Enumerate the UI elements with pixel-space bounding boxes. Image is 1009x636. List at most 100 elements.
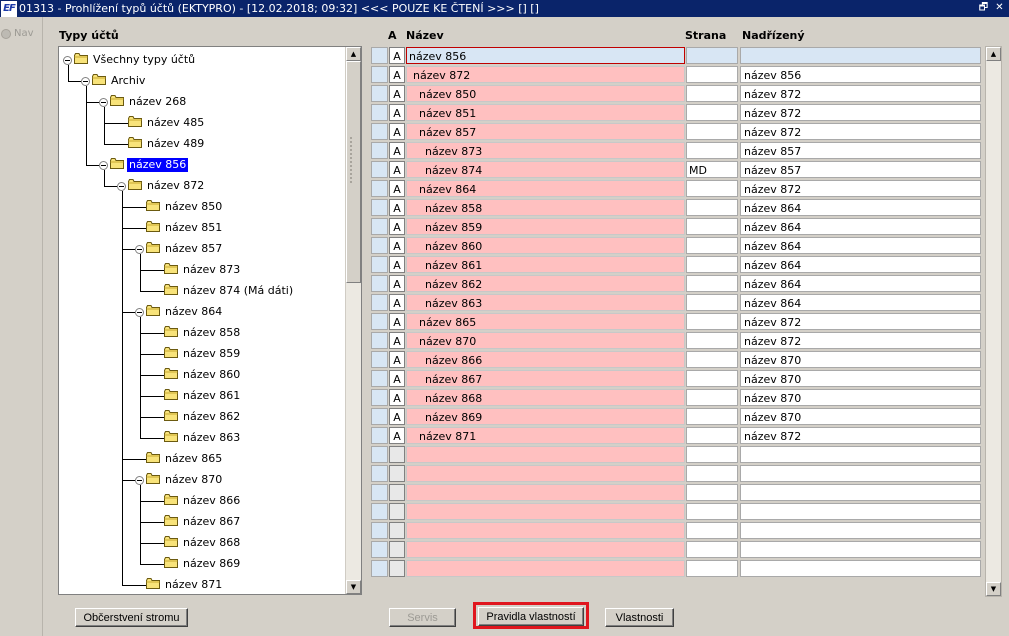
cell-name[interactable]: název 850 bbox=[406, 85, 685, 102]
cell-a[interactable]: A bbox=[389, 123, 405, 140]
cell-a[interactable] bbox=[389, 503, 405, 520]
row-indicator[interactable] bbox=[371, 161, 388, 178]
cell-strana[interactable] bbox=[686, 484, 738, 501]
cell-strana[interactable] bbox=[686, 465, 738, 482]
row-indicator[interactable] bbox=[371, 503, 388, 520]
cell-strana[interactable] bbox=[686, 541, 738, 558]
tree-node[interactable]: název 850 bbox=[146, 199, 224, 215]
row-indicator[interactable] bbox=[371, 66, 388, 83]
cell-name[interactable]: název 858 bbox=[406, 199, 685, 216]
tree-node[interactable]: název 861 bbox=[164, 388, 242, 404]
cell-name[interactable] bbox=[406, 465, 685, 482]
tree-node[interactable]: název 870 bbox=[135, 472, 224, 488]
cell-name[interactable] bbox=[406, 503, 685, 520]
row-indicator[interactable] bbox=[371, 104, 388, 121]
cell-a[interactable]: A bbox=[389, 85, 405, 102]
cell-name[interactable]: název 869 bbox=[406, 408, 685, 425]
tree-node[interactable]: název 868 bbox=[164, 535, 242, 551]
arrow-up-icon[interactable]: ▲ bbox=[986, 47, 1001, 61]
cell-nadrizeny[interactable]: název 864 bbox=[740, 218, 981, 235]
cell-a[interactable]: A bbox=[389, 237, 405, 254]
row-indicator[interactable] bbox=[371, 142, 388, 159]
tree-node[interactable]: název 859 bbox=[164, 346, 242, 362]
cell-a[interactable] bbox=[389, 446, 405, 463]
arrow-down-icon[interactable]: ▼ bbox=[986, 582, 1001, 596]
tree-node[interactable]: název 858 bbox=[164, 325, 242, 341]
cell-strana[interactable] bbox=[686, 560, 738, 577]
tree-node[interactable]: název 856 bbox=[99, 157, 189, 173]
cell-strana[interactable] bbox=[686, 408, 738, 425]
cell-nadrizeny[interactable]: název 872 bbox=[740, 123, 981, 140]
properties-button[interactable]: Vlastnosti bbox=[605, 608, 674, 627]
row-indicator[interactable] bbox=[371, 218, 388, 235]
cell-strana[interactable] bbox=[686, 446, 738, 463]
tree-node[interactable]: název 873 bbox=[164, 262, 242, 278]
cell-a[interactable]: A bbox=[389, 47, 405, 64]
grid-scrollbar[interactable]: ▲ ▼ bbox=[985, 46, 1002, 597]
cell-strana[interactable] bbox=[686, 427, 738, 444]
cell-nadrizeny[interactable]: název 864 bbox=[740, 294, 981, 311]
tree-node[interactable]: název 489 bbox=[128, 136, 206, 152]
cell-nadrizeny[interactable]: název 864 bbox=[740, 199, 981, 216]
row-indicator[interactable] bbox=[371, 256, 388, 273]
cell-strana[interactable] bbox=[686, 503, 738, 520]
refresh-tree-button[interactable]: Občerstvení stromu bbox=[75, 608, 188, 627]
tree-node[interactable]: název 860 bbox=[164, 367, 242, 383]
cell-a[interactable]: A bbox=[389, 408, 405, 425]
cell-a[interactable]: A bbox=[389, 218, 405, 235]
cell-strana[interactable] bbox=[686, 123, 738, 140]
nav-radio-icon[interactable] bbox=[1, 28, 11, 39]
minus-toggle-icon[interactable] bbox=[135, 475, 144, 485]
row-indicator[interactable] bbox=[371, 199, 388, 216]
tree-node[interactable]: Všechny typy účtů bbox=[63, 52, 197, 68]
minus-toggle-icon[interactable] bbox=[99, 160, 108, 170]
cell-nadrizeny[interactable] bbox=[740, 465, 981, 482]
cell-nadrizeny[interactable]: název 856 bbox=[740, 66, 981, 83]
cell-name[interactable]: název 872 bbox=[406, 66, 685, 83]
cell-nadrizeny[interactable] bbox=[740, 446, 981, 463]
cell-strana[interactable] bbox=[686, 85, 738, 102]
servis-button[interactable]: Servis bbox=[389, 608, 456, 627]
cell-a[interactable] bbox=[389, 560, 405, 577]
cell-strana[interactable] bbox=[686, 199, 738, 216]
cell-a[interactable]: A bbox=[389, 180, 405, 197]
cell-name[interactable]: název 873 bbox=[406, 142, 685, 159]
row-indicator[interactable] bbox=[371, 237, 388, 254]
cell-nadrizeny[interactable]: název 864 bbox=[740, 275, 981, 292]
cell-a[interactable] bbox=[389, 541, 405, 558]
cell-name[interactable]: název 859 bbox=[406, 218, 685, 235]
tree-node[interactable]: název 857 bbox=[135, 241, 224, 257]
tree-node[interactable]: název 851 bbox=[146, 220, 224, 236]
cell-nadrizeny[interactable] bbox=[740, 541, 981, 558]
cell-name[interactable]: název 851 bbox=[406, 104, 685, 121]
cell-nadrizeny[interactable]: název 872 bbox=[740, 180, 981, 197]
cell-nadrizeny[interactable]: název 864 bbox=[740, 256, 981, 273]
row-indicator[interactable] bbox=[371, 294, 388, 311]
cell-strana[interactable] bbox=[686, 522, 738, 539]
row-indicator[interactable] bbox=[371, 522, 388, 539]
minus-toggle-icon[interactable] bbox=[99, 97, 108, 107]
row-indicator[interactable] bbox=[371, 446, 388, 463]
row-indicator[interactable] bbox=[371, 313, 388, 330]
cell-name[interactable] bbox=[406, 522, 685, 539]
cell-nadrizeny[interactable]: název 870 bbox=[740, 389, 981, 406]
cell-name[interactable]: název 868 bbox=[406, 389, 685, 406]
row-indicator[interactable] bbox=[371, 370, 388, 387]
cell-a[interactable]: A bbox=[389, 313, 405, 330]
arrow-down-icon[interactable]: ▼ bbox=[346, 580, 361, 594]
cell-strana[interactable]: MD bbox=[686, 161, 738, 178]
tree-node[interactable]: název 863 bbox=[164, 430, 242, 446]
cell-strana[interactable] bbox=[686, 294, 738, 311]
restore-window-icon[interactable]: 🗗 bbox=[977, 1, 990, 14]
minus-toggle-icon[interactable] bbox=[81, 76, 90, 86]
cell-strana[interactable] bbox=[686, 370, 738, 387]
cell-nadrizeny[interactable]: název 872 bbox=[740, 104, 981, 121]
row-indicator[interactable] bbox=[371, 484, 388, 501]
cell-nadrizeny[interactable]: název 872 bbox=[740, 427, 981, 444]
cell-name[interactable]: název 870 bbox=[406, 332, 685, 349]
cell-a[interactable]: A bbox=[389, 427, 405, 444]
cell-a[interactable]: A bbox=[389, 256, 405, 273]
tree-node[interactable]: název 867 bbox=[164, 514, 242, 530]
cell-a[interactable]: A bbox=[389, 66, 405, 83]
cell-strana[interactable] bbox=[686, 47, 738, 64]
